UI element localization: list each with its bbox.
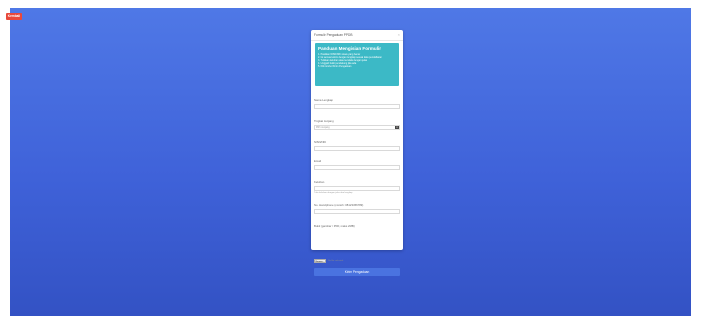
nisn-input[interactable] <box>314 146 400 151</box>
modal-title: Formulir Pengaduan PPDB <box>314 33 353 37</box>
chevron-down-icon: ▾ <box>395 126 399 129</box>
close-icon[interactable]: × <box>398 32 400 37</box>
file-status: No file selected. <box>328 260 344 262</box>
file-browse-button[interactable]: Browse... <box>314 259 326 263</box>
field-label: Email <box>314 159 321 163</box>
field-label: Nama Lengkap <box>314 98 333 102</box>
field-bukti: Bukti (gambar / PDF, maks 2MB) <box>314 224 400 228</box>
field-label: No. Handphone (contoh: 08123456789) <box>314 203 364 207</box>
field-label: Keluhan <box>314 180 325 184</box>
complaint-form-modal: Formulir Pengaduan PPDB × Panduan Mengis… <box>311 30 403 276</box>
guide-steps: 1. Pastikan NISN/NIK siswa yang benar 2.… <box>318 53 396 68</box>
guide-title: Panduan Mengisian Formulir <box>318 46 382 51</box>
email-input[interactable] <box>314 165 400 170</box>
field-label: Bukti (gambar / PDF, maks 2MB) <box>314 224 355 228</box>
guide-step: 5. Klik tombol Kirim Pengaduan <box>318 65 352 69</box>
modal-header: Formulir Pengaduan PPDB × <box>311 30 403 41</box>
field-keluhan: Keluhan Tulis keluhan dengan jelas dan l… <box>314 180 400 194</box>
level-select[interactable]: Pilih Jenjang ▾ <box>314 125 400 130</box>
select-value: Pilih Jenjang <box>316 126 330 129</box>
back-badge[interactable]: Kembali <box>6 13 22 20</box>
complaint-input[interactable] <box>314 186 400 191</box>
name-input[interactable] <box>314 104 400 109</box>
guide-panel: Panduan Mengisian Formulir 1. Pastikan N… <box>315 43 399 86</box>
phone-input[interactable] <box>314 209 400 214</box>
field-hint: Tulis keluhan dengan jelas dan lengkap <box>314 192 353 194</box>
field-email: Email <box>314 159 400 170</box>
submit-button[interactable]: Kirim Pengaduan <box>314 268 400 276</box>
field-nomor-hp: No. Handphone (contoh: 08123456789) <box>314 203 400 214</box>
field-nisn: NISN/NIK <box>314 140 400 151</box>
field-tingkat: Tingkat Jenjang Pilih Jenjang ▾ <box>314 119 400 130</box>
field-label: Tingkat Jenjang <box>314 119 334 123</box>
field-label: NISN/NIK <box>314 140 327 144</box>
field-nama-lengkap: Nama Lengkap <box>314 98 400 109</box>
